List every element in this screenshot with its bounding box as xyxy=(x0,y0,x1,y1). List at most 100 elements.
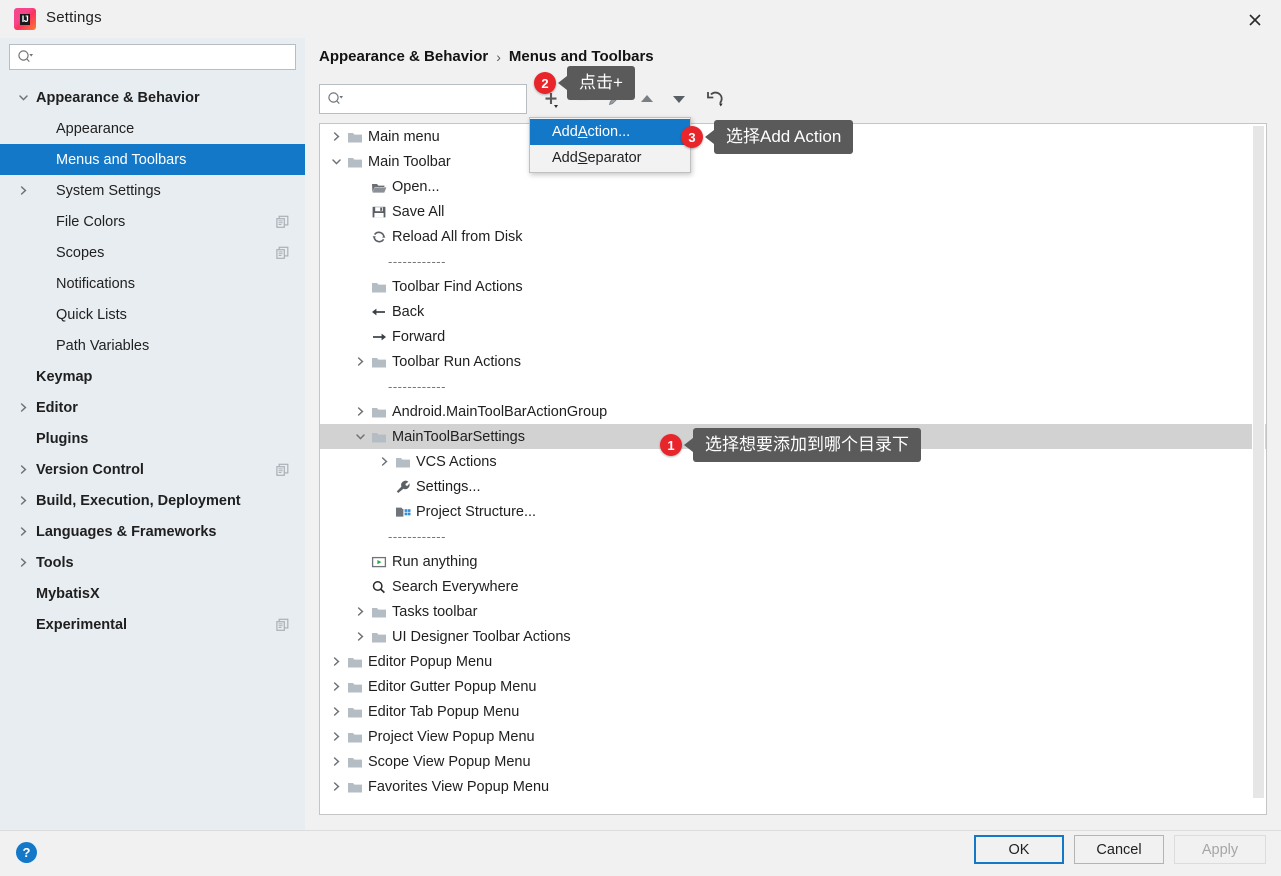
chevron-right-icon[interactable] xyxy=(352,624,368,649)
tree-row[interactable]: Back xyxy=(320,299,1266,324)
menu-item-add-separator[interactable]: Add Separator xyxy=(530,145,690,171)
tree-row[interactable]: Editor Popup Menu xyxy=(320,649,1266,674)
tree-row[interactable]: Forward xyxy=(320,324,1266,349)
chevron-down-icon[interactable] xyxy=(328,149,344,174)
chevron-down-icon xyxy=(331,159,341,165)
tree-row[interactable]: Toolbar Find Actions xyxy=(320,274,1266,299)
chevron-right-icon xyxy=(357,357,364,366)
chevron-right-icon[interactable] xyxy=(16,547,30,578)
chevron-right-icon[interactable] xyxy=(328,699,344,724)
sidebar-item-keymap[interactable]: Keymap xyxy=(0,361,305,392)
chevron-right-icon xyxy=(20,186,27,195)
chevron-right-icon[interactable] xyxy=(352,349,368,374)
breadcrumb-current: Menus and Toolbars xyxy=(508,48,654,65)
chevron-right-icon xyxy=(357,607,364,616)
chevron-right-icon[interactable] xyxy=(352,599,368,624)
sidebar-item-scopes[interactable]: Scopes xyxy=(0,237,305,268)
tree-scrollbar-thumb[interactable] xyxy=(1253,126,1264,798)
arrow-up-icon xyxy=(641,95,653,102)
copy-settings-icon[interactable] xyxy=(276,463,289,476)
sidebar-item-path-variables[interactable]: Path Variables xyxy=(0,330,305,361)
folder-icon xyxy=(370,274,388,299)
chevron-right-icon xyxy=(333,757,340,766)
toolbar-search-input[interactable] xyxy=(345,91,530,107)
copy-settings-icon[interactable] xyxy=(276,618,289,631)
sidebar-item-label: Scopes xyxy=(56,244,105,261)
menu-item-add-action[interactable]: Add Action... xyxy=(530,119,690,145)
chevron-right-icon[interactable] xyxy=(16,485,30,516)
tree-row-label: Project Structure... xyxy=(416,503,537,520)
copy-settings-icon[interactable] xyxy=(276,246,289,259)
cancel-button[interactable]: Cancel xyxy=(1074,835,1164,864)
tree-row[interactable]: Reload All from Disk xyxy=(320,224,1266,249)
sidebar-search-input[interactable] xyxy=(35,49,295,65)
tree-row-label: Toolbar Run Actions xyxy=(392,353,521,370)
sidebar-item-editor[interactable]: Editor xyxy=(0,392,305,423)
tree-row[interactable]: Scope View Popup Menu xyxy=(320,749,1266,774)
sidebar-item-languages-frameworks[interactable]: Languages & Frameworks xyxy=(0,516,305,547)
tree-row[interactable]: Settings... xyxy=(320,474,1266,499)
chevron-right-icon[interactable] xyxy=(376,449,392,474)
tree-row[interactable]: Project Structure... xyxy=(320,499,1266,524)
tree-row[interactable]: Project View Popup Menu xyxy=(320,724,1266,749)
tree-row[interactable]: Favorites View Popup Menu xyxy=(320,774,1266,799)
sidebar-item-mybatisx[interactable]: MybatisX xyxy=(0,578,305,609)
tree-scrollbar[interactable] xyxy=(1252,125,1265,814)
chevron-right-icon[interactable] xyxy=(16,175,30,206)
tree-row[interactable]: Editor Tab Popup Menu xyxy=(320,699,1266,724)
tree-row[interactable]: Toolbar Run Actions xyxy=(320,349,1266,374)
tree-row[interactable]: Search Everywhere xyxy=(320,574,1266,599)
chevron-right-icon[interactable] xyxy=(328,649,344,674)
chevron-right-icon[interactable] xyxy=(352,399,368,424)
chevron-right-icon[interactable] xyxy=(16,516,30,547)
tree-row[interactable]: Run anything xyxy=(320,549,1266,574)
tree-row[interactable]: Save All xyxy=(320,199,1266,224)
folder-icon xyxy=(370,599,388,624)
sidebar-item-experimental[interactable]: Experimental xyxy=(0,609,305,640)
restore-defaults-button[interactable] xyxy=(699,84,731,114)
sidebar-search-field[interactable] xyxy=(9,44,296,70)
run-icon xyxy=(370,549,388,574)
toolbar-search-field[interactable] xyxy=(319,84,530,114)
callout-text-2: 点击+ xyxy=(567,66,635,101)
save-icon xyxy=(370,199,388,224)
sidebar-item-plugins[interactable]: Plugins xyxy=(0,423,305,454)
sidebar-item-quick-lists[interactable]: Quick Lists xyxy=(0,299,305,330)
search-glyph xyxy=(18,50,33,63)
menu-item-suffix: ction... xyxy=(587,124,631,140)
sidebar-item-menus-and-toolbars[interactable]: Menus and Toolbars xyxy=(0,144,305,175)
revert-icon xyxy=(707,91,723,107)
tree-row[interactable]: Android.MainToolBarActionGroup xyxy=(320,399,1266,424)
sidebar-item-tools[interactable]: Tools xyxy=(0,547,305,578)
tree-row[interactable]: Editor Gutter Popup Menu xyxy=(320,674,1266,699)
sidebar-item-system-settings[interactable]: System Settings xyxy=(0,175,305,206)
tree-row-label: Search Everywhere xyxy=(392,578,519,595)
breadcrumb-parent[interactable]: Appearance & Behavior xyxy=(319,48,488,65)
sidebar-item-appearance[interactable]: Appearance xyxy=(0,113,305,144)
sidebar-item-file-colors[interactable]: File Colors xyxy=(0,206,305,237)
move-up-button[interactable] xyxy=(631,84,663,114)
sidebar-item-build-execution-deployment[interactable]: Build, Execution, Deployment xyxy=(0,485,305,516)
close-icon[interactable] xyxy=(1243,8,1267,32)
tree-row[interactable]: UI Designer Toolbar Actions xyxy=(320,624,1266,649)
sidebar-item-notifications[interactable]: Notifications xyxy=(0,268,305,299)
chevron-right-icon[interactable] xyxy=(328,749,344,774)
move-down-button[interactable] xyxy=(663,84,695,114)
copy-settings-icon[interactable] xyxy=(276,215,289,228)
sidebar-item-appearance-behavior[interactable]: Appearance & Behavior xyxy=(0,82,305,113)
chevron-right-icon[interactable] xyxy=(328,724,344,749)
add-dropdown-menu: Add Action... Add Separator xyxy=(529,117,691,173)
ok-button[interactable]: OK xyxy=(974,835,1064,864)
chevron-down-icon[interactable] xyxy=(352,424,368,449)
chevron-right-icon[interactable] xyxy=(16,454,30,485)
sidebar-item-label: Appearance xyxy=(56,120,135,137)
chevron-right-icon[interactable] xyxy=(16,392,30,423)
help-button[interactable]: ? xyxy=(16,842,37,863)
sidebar-item-version-control[interactable]: Version Control xyxy=(0,454,305,485)
chevron-right-icon[interactable] xyxy=(328,774,344,799)
chevron-down-icon[interactable] xyxy=(16,82,30,113)
tree-row[interactable]: Open... xyxy=(320,174,1266,199)
tree-row[interactable]: Tasks toolbar xyxy=(320,599,1266,624)
chevron-right-icon[interactable] xyxy=(328,124,344,149)
chevron-right-icon[interactable] xyxy=(328,674,344,699)
